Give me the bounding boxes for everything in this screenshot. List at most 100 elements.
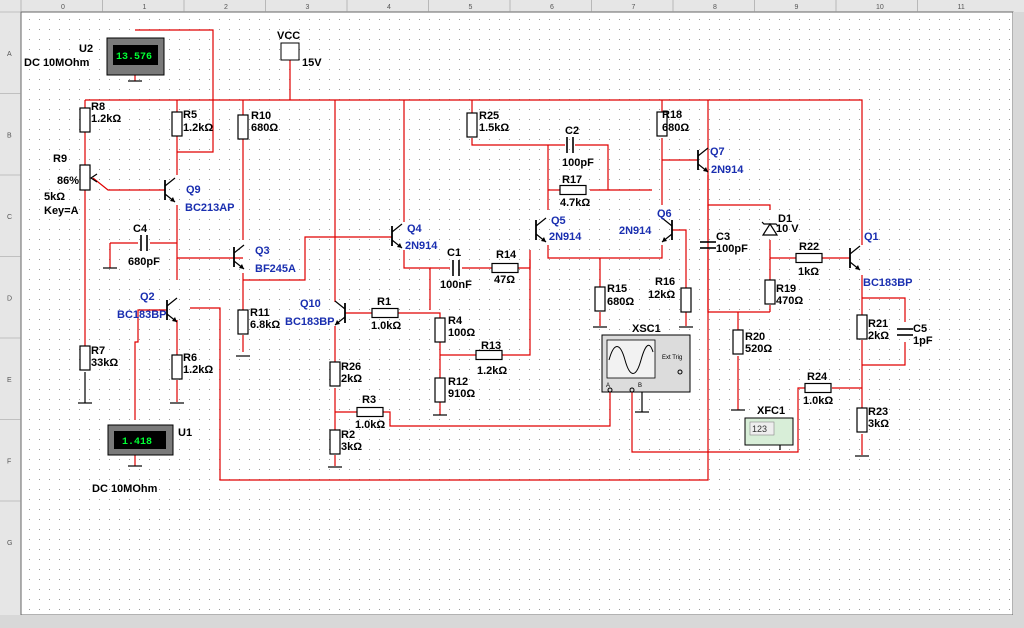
resistor-ref: R21 bbox=[868, 318, 888, 330]
resistor-ref: R25 bbox=[479, 110, 499, 122]
capacitor-ref: C2 bbox=[565, 125, 579, 137]
schematic-canvas[interactable]: 0 1 2 3 4 5 6 7 8 9 10 11 ABCDEFG 13.576… bbox=[0, 0, 1024, 628]
vcc-symbol bbox=[280, 42, 300, 61]
meter-mode: DC 10MOhm bbox=[92, 483, 158, 495]
dot-grid bbox=[21, 12, 1013, 615]
meter-reading: 13.576 bbox=[116, 52, 152, 63]
resistor-body bbox=[466, 112, 478, 138]
pot-value: 5kΩ bbox=[44, 191, 65, 203]
transistor-ref: Q5 bbox=[551, 215, 566, 227]
capacitor-value: 100pF bbox=[716, 243, 748, 255]
resistor-body bbox=[804, 382, 832, 394]
column-label: 8 bbox=[713, 4, 717, 11]
resistor-r23[interactable]: R233kΩ bbox=[856, 406, 889, 433]
resistor-body bbox=[559, 184, 587, 196]
ext-trig-label: Ext Trig bbox=[662, 355, 682, 361]
transistor-model: BF245A bbox=[255, 263, 296, 275]
resistor-body bbox=[434, 377, 446, 403]
resistor-body bbox=[856, 314, 868, 340]
resistor-value: 1.2kΩ bbox=[183, 122, 213, 134]
column-label: 10 bbox=[876, 4, 884, 11]
resistor-value: 12kΩ bbox=[648, 289, 675, 301]
resistor-r14[interactable]: R14 47Ω bbox=[491, 249, 519, 286]
resistor-body bbox=[171, 354, 183, 380]
resistor-value: 680Ω bbox=[251, 122, 278, 134]
resistor-value: 910Ω bbox=[448, 388, 475, 400]
row-label: G bbox=[7, 540, 12, 547]
transistor-model: 2N914 bbox=[549, 231, 582, 243]
resistor-ref: R2 bbox=[341, 429, 355, 441]
resistor-value: 1.2kΩ bbox=[183, 364, 213, 376]
resistor-body bbox=[856, 407, 868, 433]
column-label: 6 bbox=[550, 4, 554, 11]
resistor-value: 33kΩ bbox=[91, 357, 118, 369]
resistor-body bbox=[764, 279, 776, 305]
diode-value: 10 V bbox=[776, 223, 799, 235]
resistor-body bbox=[434, 317, 446, 343]
resistor-value: 2kΩ bbox=[341, 373, 362, 385]
column-label: 9 bbox=[795, 4, 799, 11]
resistor-value: 680Ω bbox=[607, 296, 634, 308]
resistor-value: 1.5kΩ bbox=[479, 122, 509, 134]
resistor-value: 47Ω bbox=[494, 274, 515, 286]
resistor-r26[interactable]: R262kΩ bbox=[329, 361, 362, 387]
pot-key: Key=A bbox=[44, 205, 79, 217]
column-label: 0 bbox=[61, 4, 65, 11]
column-label: 11 bbox=[958, 4, 965, 11]
transistor-model: 2N914 bbox=[619, 225, 652, 237]
column-label: 1 bbox=[143, 4, 147, 11]
resistor-body bbox=[680, 287, 692, 313]
counter-ref: XFC1 bbox=[757, 405, 785, 417]
resistor-value: 6.8kΩ bbox=[250, 319, 280, 331]
capacitor-value: 100pF bbox=[562, 157, 594, 169]
transistor-ref: Q10 bbox=[300, 298, 321, 310]
capacitor-value: 680pF bbox=[128, 256, 160, 268]
column-label: 3 bbox=[306, 4, 310, 11]
resistor-ref: R23 bbox=[868, 406, 888, 418]
resistor-ref: R10 bbox=[251, 110, 271, 122]
resistor-r22[interactable]: R22 1kΩ bbox=[795, 241, 823, 278]
transistor-model: BC183BP bbox=[117, 309, 167, 321]
transistor-model: 2N914 bbox=[711, 164, 744, 176]
resistor-ref: R4 bbox=[448, 315, 463, 327]
transistor-ref: Q2 bbox=[140, 291, 155, 303]
meter-ref: U1 bbox=[178, 427, 192, 439]
horizontal-scrollbar[interactable] bbox=[0, 615, 1024, 628]
vcc-value: 15V bbox=[302, 57, 322, 69]
resistor-body bbox=[795, 252, 823, 264]
counter-reading: 123 bbox=[752, 424, 767, 434]
pot-percent: 86% bbox=[57, 175, 79, 187]
transistor-ref: Q9 bbox=[186, 184, 201, 196]
vertical-scrollbar[interactable] bbox=[1013, 12, 1024, 615]
scope-ref: XSC1 bbox=[632, 323, 661, 335]
vcc-name: VCC bbox=[277, 30, 300, 42]
resistor-value: 520Ω bbox=[745, 343, 772, 355]
resistor-body bbox=[237, 309, 249, 335]
resistor-ref: R16 bbox=[655, 276, 675, 288]
resistor-body bbox=[79, 345, 91, 371]
transistor-model: 2N914 bbox=[405, 240, 438, 252]
resistor-value: 1.2kΩ bbox=[91, 113, 121, 125]
resistor-r21[interactable]: R212kΩ bbox=[856, 314, 889, 342]
row-label: A bbox=[7, 51, 12, 58]
resistor-ref: R14 bbox=[496, 249, 517, 261]
resistor-value: 4.7kΩ bbox=[560, 197, 590, 209]
resistor-body bbox=[732, 329, 744, 355]
capacitor-ref: C1 bbox=[447, 247, 461, 259]
resistor-value: 470Ω bbox=[776, 295, 803, 307]
resistor-ref: R26 bbox=[341, 361, 361, 373]
row-label: C bbox=[7, 214, 12, 221]
resistor-ref: R19 bbox=[776, 283, 796, 295]
resistor-body bbox=[171, 111, 183, 137]
resistor-ref: R1 bbox=[377, 296, 391, 308]
capacitor-ref: C3 bbox=[716, 231, 730, 243]
transistor-model: BC183BP bbox=[285, 316, 335, 328]
resistor-ref: R15 bbox=[607, 283, 627, 295]
resistor-value: 1kΩ bbox=[798, 266, 819, 278]
capacitor-value: 100nF bbox=[440, 279, 472, 291]
pot-ref: R9 bbox=[53, 153, 67, 165]
resistor-ref: R5 bbox=[183, 109, 197, 121]
resistor-value: 1.0kΩ bbox=[803, 395, 833, 407]
resistor-ref: R22 bbox=[799, 241, 819, 253]
capacitor-ref: C4 bbox=[133, 223, 148, 235]
